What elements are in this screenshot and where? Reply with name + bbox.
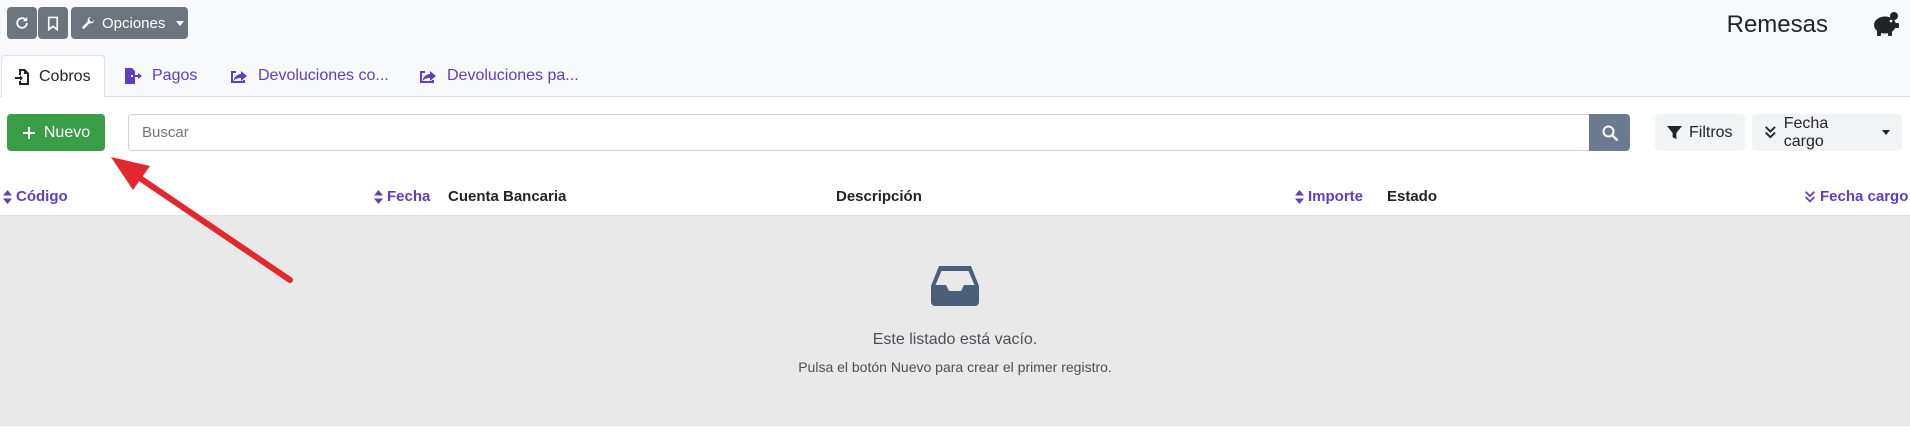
file-export-icon (125, 68, 142, 84)
new-button[interactable]: Nuevo (7, 114, 105, 151)
share-square-icon (420, 71, 436, 83)
piggy-bank-icon (1874, 12, 1899, 36)
empty-state-title: Este listado está vacío. (872, 331, 1038, 348)
top-bar: Opciones Remesas (0, 0, 1910, 48)
column-header-importe[interactable]: Importe (1295, 188, 1363, 205)
column-header-fecha[interactable]: Fecha (374, 188, 430, 205)
sort-dropdown-button[interactable]: Fecha cargo (1752, 114, 1902, 151)
wrench-icon (82, 16, 95, 29)
tab-label: Devoluciones co... (258, 67, 389, 84)
column-header-fecha-cargo[interactable]: Fecha cargo (1804, 188, 1908, 205)
file-import-icon (15, 68, 29, 85)
column-header-cuenta-bancaria: Cuenta Bancaria (448, 188, 566, 205)
options-label: Opciones (102, 14, 166, 32)
search-input[interactable] (128, 114, 1590, 151)
page-title: Remesas (1726, 11, 1828, 38)
table-header: Código Fecha Cuenta Bancaria Descripción… (0, 178, 1910, 216)
new-button-label: Nuevo (43, 123, 91, 141)
sort-icon (1295, 189, 1304, 204)
column-label: Importe (1308, 188, 1364, 205)
share-square-icon (231, 71, 247, 83)
filter-icon (1667, 125, 1682, 140)
options-dropdown-button[interactable]: Opciones (71, 7, 188, 39)
double-chevron-down-icon (1805, 190, 1815, 203)
filters-label: Filtros (1689, 123, 1733, 141)
column-header-estado: Estado (1387, 188, 1437, 205)
sort-label: Fecha cargo (1783, 114, 1829, 150)
caret-down-icon (1882, 130, 1890, 135)
search-icon (1602, 125, 1618, 141)
caret-down-icon (176, 20, 185, 26)
bookmark-icon (47, 16, 59, 31)
reload-icon (16, 16, 28, 29)
sort-icon (3, 189, 12, 204)
search-button[interactable] (1589, 114, 1630, 151)
double-chevron-down-icon (1765, 126, 1776, 139)
filters-button[interactable]: Filtros (1655, 114, 1745, 151)
empty-state-subtitle: Pulsa el botón Nuevo para crear el prime… (798, 359, 1112, 375)
tab-devoluciones-cobros[interactable]: Devoluciones co... (217, 55, 402, 97)
plus-icon (22, 126, 35, 139)
sort-icon (374, 189, 383, 204)
column-label: Estado (1387, 188, 1438, 205)
bookmark-button[interactable] (38, 7, 68, 39)
tab-cobros[interactable]: Cobros (1, 55, 105, 98)
inbox-icon (931, 266, 979, 306)
column-label: Descripción (836, 188, 922, 205)
empty-state: Este listado está vacío. Pulsa el botón … (0, 216, 1910, 426)
tab-pagos[interactable]: Pagos (112, 55, 210, 97)
column-label: Código (16, 188, 68, 205)
tab-devoluciones-pagos[interactable]: Devoluciones pa... (406, 55, 592, 97)
tabs-bar: Cobros Pagos Devoluciones co... Devoluci… (0, 48, 1910, 98)
column-header-codigo[interactable]: Código (3, 188, 68, 205)
tab-label: Devoluciones pa... (447, 67, 579, 84)
column-header-descripcion: Descripción (836, 188, 922, 205)
column-label: Fecha cargo (1820, 188, 1909, 205)
column-label: Fecha (387, 188, 431, 205)
tab-label: Cobros (39, 67, 91, 85)
tab-label: Pagos (152, 67, 198, 84)
reload-button[interactable] (7, 7, 37, 39)
column-label: Cuenta Bancaria (448, 188, 567, 205)
